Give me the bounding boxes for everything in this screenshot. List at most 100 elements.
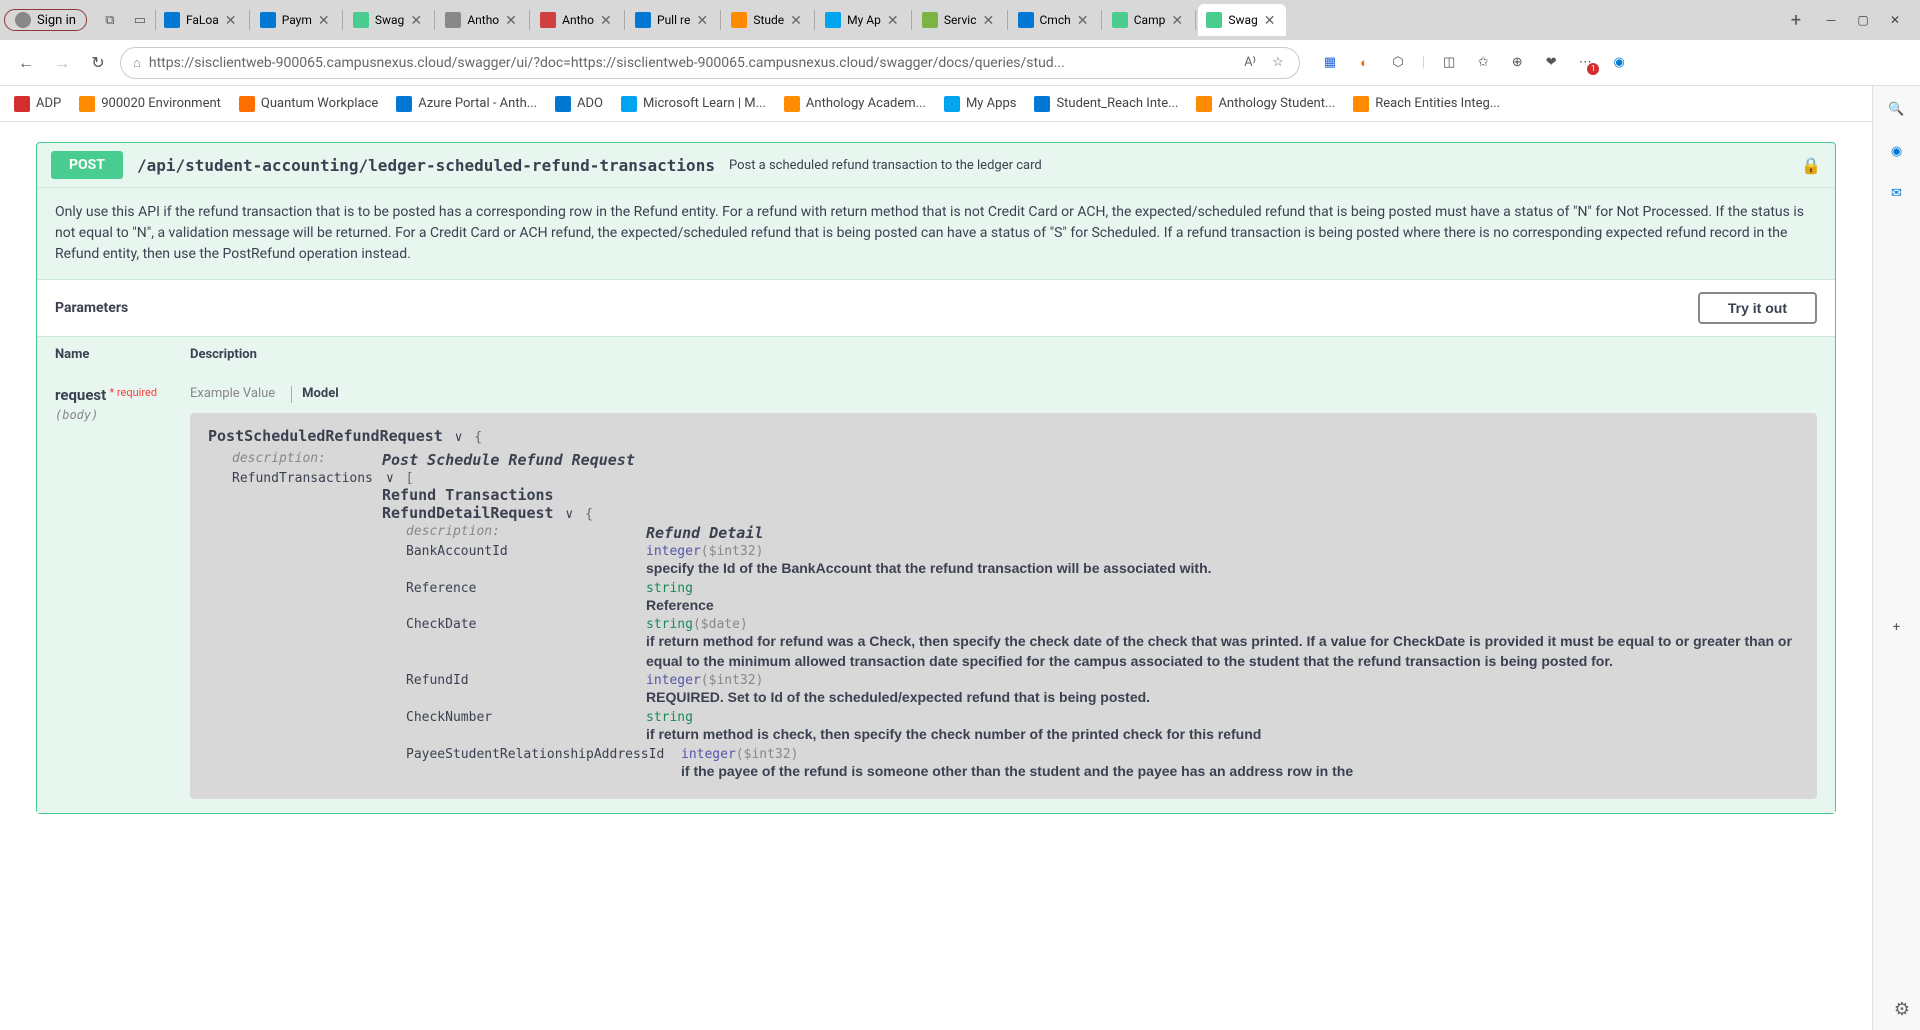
field-desc: if the payee of the refund is someone ot… bbox=[681, 762, 1799, 782]
model-tab[interactable]: Model bbox=[291, 386, 339, 403]
bookmark-item[interactable]: Student_Reach Inte... bbox=[1034, 96, 1178, 112]
tab-actions-icon[interactable]: ▭ bbox=[131, 11, 149, 29]
bookmark-item[interactable]: Quantum Workplace bbox=[239, 96, 378, 112]
bookmark-item[interactable]: Anthology Student... bbox=[1196, 96, 1335, 112]
browser-tab[interactable]: Antho✕ bbox=[437, 4, 527, 36]
tab-favicon-icon bbox=[1206, 12, 1222, 28]
bookmark-favicon-icon bbox=[1196, 96, 1212, 112]
tab-close-icon[interactable]: ✕ bbox=[225, 13, 239, 27]
bookmark-item[interactable]: Azure Portal - Anth... bbox=[396, 96, 537, 112]
performance-icon[interactable]: ❤ bbox=[1541, 53, 1561, 73]
back-button[interactable]: ← bbox=[12, 49, 40, 77]
field-desc: specify the Id of the BankAccount that t… bbox=[646, 559, 1799, 579]
tab-close-icon[interactable]: ✕ bbox=[983, 13, 997, 27]
separator bbox=[814, 10, 815, 30]
apps-grid-icon[interactable]: ▦ bbox=[1320, 53, 1340, 73]
tab-title: FaLoa bbox=[186, 13, 219, 27]
separator bbox=[911, 10, 912, 30]
bookmark-favicon-icon bbox=[1353, 96, 1369, 112]
close-button[interactable]: ✕ bbox=[1888, 13, 1902, 27]
minimize-button[interactable]: ─ bbox=[1824, 13, 1838, 27]
refresh-button[interactable]: ↻ bbox=[84, 49, 112, 77]
copilot-sidebar-icon[interactable]: ◉ bbox=[1886, 140, 1908, 162]
bookmark-favicon-icon bbox=[396, 96, 412, 112]
field-desc: if return method for refund was a Check,… bbox=[646, 632, 1799, 671]
browser-tab[interactable]: Swag ✕ bbox=[345, 4, 432, 36]
bookmark-item[interactable]: Reach Entities Integ... bbox=[1353, 96, 1500, 112]
refund-transactions-title: Refund Transactions bbox=[382, 486, 1799, 504]
tab-title: Antho bbox=[562, 13, 594, 27]
copilot-icon[interactable]: ◉ bbox=[1609, 53, 1629, 73]
tab-close-icon[interactable]: ✕ bbox=[318, 13, 332, 27]
workspaces-icon[interactable]: ⧉ bbox=[101, 11, 119, 29]
collections-icon[interactable]: ⊕ bbox=[1507, 53, 1527, 73]
outlook-sidebar-icon[interactable]: ✉ bbox=[1886, 182, 1908, 204]
favorites-icon[interactable]: ✩ bbox=[1473, 53, 1493, 73]
favorite-icon[interactable]: ☆ bbox=[1269, 54, 1287, 72]
chevron-down-icon[interactable]: ∨ bbox=[565, 507, 573, 522]
tab-close-icon[interactable]: ✕ bbox=[1264, 13, 1278, 27]
browser-tab[interactable]: Antho ✕ bbox=[532, 4, 622, 36]
browser-tab[interactable]: Camp✕ bbox=[1104, 4, 1194, 36]
browser-tab[interactable]: My Ap ✕ bbox=[817, 4, 909, 36]
settings-gear-icon[interactable]: ⚙ bbox=[1894, 999, 1910, 1020]
field-key: CheckDate bbox=[406, 617, 646, 671]
bookmark-item[interactable]: Microsoft Learn | M... bbox=[621, 96, 766, 112]
tab-close-icon[interactable]: ✕ bbox=[887, 13, 901, 27]
search-sidebar-icon[interactable]: 🔍 bbox=[1886, 98, 1908, 120]
extensions-icon[interactable]: ⬡ bbox=[1388, 53, 1408, 73]
tab-close-icon[interactable]: ✕ bbox=[1077, 13, 1091, 27]
separator bbox=[529, 10, 530, 30]
signin-button[interactable]: Sign in bbox=[4, 9, 87, 31]
browser-tab[interactable]: Cmch✕ bbox=[1010, 4, 1099, 36]
example-value-tab[interactable]: Example Value bbox=[190, 386, 275, 403]
read-aloud-icon[interactable]: A⁾ bbox=[1241, 54, 1259, 72]
window-controls: ─ ▢ ✕ bbox=[1810, 13, 1916, 27]
separator bbox=[720, 10, 721, 30]
browser-tab[interactable]: Swag ✕ bbox=[1198, 4, 1285, 36]
url-box[interactable]: ⌂ https://sisclientweb-900065.campusnexu… bbox=[120, 47, 1300, 79]
lock-icon[interactable]: 🔒 bbox=[1801, 156, 1821, 175]
tab-close-icon[interactable]: ✕ bbox=[505, 13, 519, 27]
chevron-down-icon[interactable]: ∨ bbox=[386, 471, 394, 486]
new-tab-button[interactable]: + bbox=[1782, 6, 1810, 34]
chevron-down-icon[interactable]: ∨ bbox=[455, 430, 463, 445]
more-icon[interactable]: ⋯1 bbox=[1575, 53, 1595, 73]
tab-favicon-icon bbox=[164, 12, 180, 28]
tab-close-icon[interactable]: ✕ bbox=[696, 13, 710, 27]
split-screen-icon[interactable]: ◫ bbox=[1439, 53, 1459, 73]
forward-button[interactable]: → bbox=[48, 49, 76, 77]
browser-tab[interactable]: Paym✕ bbox=[252, 4, 340, 36]
maximize-button[interactable]: ▢ bbox=[1856, 13, 1870, 27]
tab-title: My Ap bbox=[847, 13, 881, 27]
browser-tab[interactable]: Servic✕ bbox=[914, 4, 1005, 36]
separator bbox=[1007, 10, 1008, 30]
bookmark-item[interactable]: ADP bbox=[14, 96, 61, 112]
bookmark-favicon-icon bbox=[79, 96, 95, 112]
tab-close-icon[interactable]: ✕ bbox=[410, 13, 424, 27]
site-info-icon[interactable]: ⌂ bbox=[133, 55, 141, 71]
endpoint-header[interactable]: POST /api/student-accounting/ledger-sche… bbox=[37, 143, 1835, 187]
tab-title: Swag bbox=[1228, 13, 1257, 27]
add-sidebar-icon[interactable]: + bbox=[1886, 616, 1908, 638]
swagger-endpoint: POST /api/student-accounting/ledger-sche… bbox=[36, 142, 1836, 814]
tab-close-icon[interactable]: ✕ bbox=[600, 13, 614, 27]
bookmark-item[interactable]: My Apps bbox=[944, 96, 1017, 112]
bookmark-item[interactable]: ADO bbox=[555, 96, 603, 112]
try-it-out-button[interactable]: Try it out bbox=[1698, 292, 1817, 324]
bookmark-label: Student_Reach Inte... bbox=[1056, 96, 1178, 111]
browser-tab[interactable]: FaLoa ✕ bbox=[156, 4, 247, 36]
bookmark-favicon-icon bbox=[784, 96, 800, 112]
tab-close-icon[interactable]: ✕ bbox=[1171, 13, 1185, 27]
extension-orange-icon[interactable]: ◐ bbox=[1354, 53, 1374, 73]
tab-favicon-icon bbox=[1018, 12, 1034, 28]
browser-tab[interactable]: Pull re✕ bbox=[627, 4, 718, 36]
bookmark-item[interactable]: Anthology Academ... bbox=[784, 96, 926, 112]
detail-description: Refund Detail bbox=[646, 524, 763, 542]
method-badge: POST bbox=[51, 151, 123, 179]
tab-close-icon[interactable]: ✕ bbox=[790, 13, 804, 27]
column-name-header: Name bbox=[55, 347, 190, 362]
browser-tab[interactable]: Stude✕ bbox=[723, 4, 812, 36]
bookmark-item[interactable]: 900020 Environment bbox=[79, 96, 221, 112]
tab-title: Swag bbox=[375, 13, 404, 27]
